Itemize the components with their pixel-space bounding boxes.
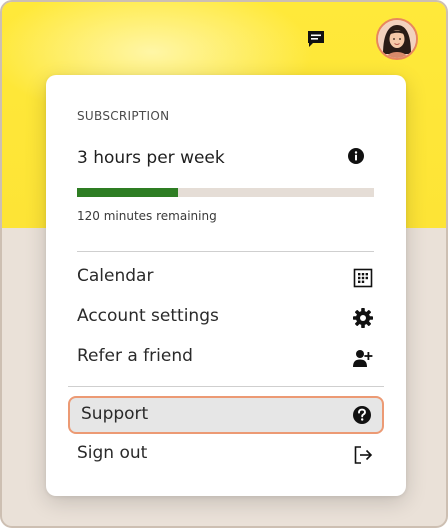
chat-bubble-icon[interactable] xyxy=(306,29,326,49)
menu-item-label: Account settings xyxy=(77,306,219,326)
menu-item-label: Refer a friend xyxy=(77,346,193,366)
help-icon xyxy=(352,405,372,425)
avatar[interactable] xyxy=(376,18,418,60)
divider xyxy=(77,251,374,252)
menu-item-label: Calendar xyxy=(77,266,154,286)
subscription-heading: SUBSCRIPTION xyxy=(77,109,170,123)
sign-out-icon xyxy=(352,444,374,466)
menu-item-sign-out[interactable]: Sign out xyxy=(77,440,374,470)
app-frame: SUBSCRIPTION 3 hours per week 120 minute… xyxy=(0,0,448,528)
usage-progress-bar xyxy=(77,188,374,197)
add-person-icon xyxy=(352,347,374,369)
calendar-grid-icon xyxy=(352,267,374,289)
menu-item-support[interactable]: Support xyxy=(68,396,384,434)
account-menu: SUBSCRIPTION 3 hours per week 120 minute… xyxy=(46,75,406,496)
info-icon[interactable] xyxy=(348,148,364,164)
menu-item-account-settings[interactable]: Account settings xyxy=(77,303,374,333)
divider xyxy=(68,386,384,387)
minutes-remaining: 120 minutes remaining xyxy=(77,209,217,223)
menu-item-label: Support xyxy=(81,404,149,424)
menu-item-calendar[interactable]: Calendar xyxy=(77,263,374,293)
plan-name: 3 hours per week xyxy=(77,148,225,168)
gear-icon xyxy=(352,307,374,329)
menu-item-label: Sign out xyxy=(77,443,148,463)
menu-item-refer-a-friend[interactable]: Refer a friend xyxy=(77,343,374,373)
usage-progress-fill xyxy=(77,188,178,197)
